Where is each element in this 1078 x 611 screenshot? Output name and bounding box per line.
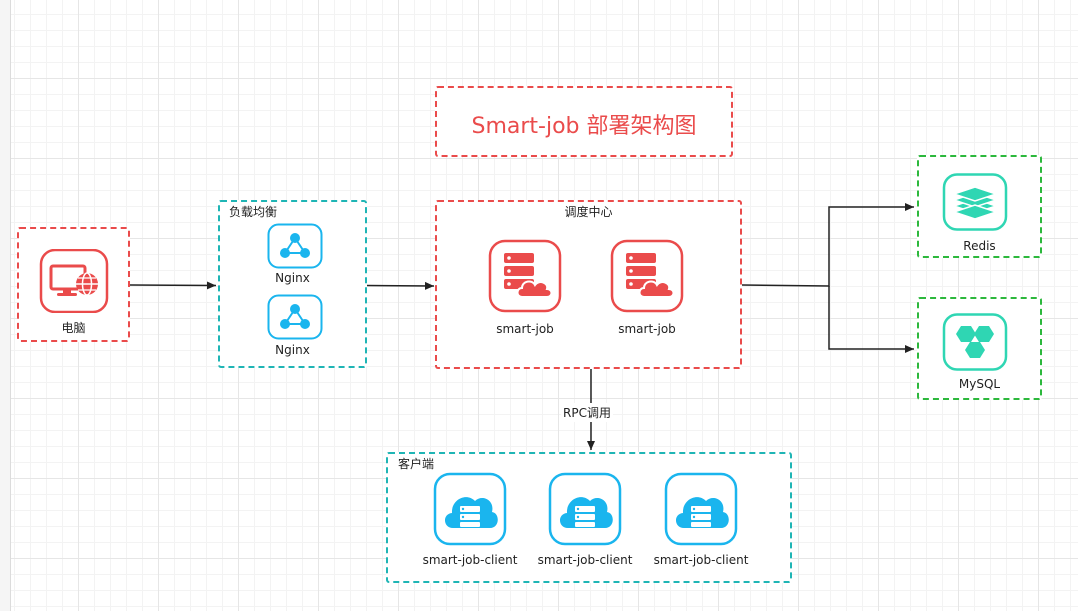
scheduler-group[interactable]: 调度中心 smart-job smart-job bbox=[435, 200, 742, 369]
mysql-node[interactable]: MySQL bbox=[917, 297, 1042, 400]
cloud-server-icon bbox=[433, 472, 507, 546]
nginx-icon bbox=[267, 294, 323, 340]
client-group-label: 客户端 bbox=[398, 457, 435, 471]
server-cloud-icon bbox=[610, 239, 684, 313]
cloud-server-icon bbox=[548, 472, 622, 546]
load-balancer-group[interactable]: 负载均衡 Nginx Nginx bbox=[218, 200, 367, 368]
computer-label: 电脑 bbox=[61, 321, 86, 335]
server-cloud-icon bbox=[488, 239, 562, 313]
redis-stack-icon bbox=[942, 173, 1008, 231]
mysql-label: MySQL bbox=[958, 377, 1001, 391]
edge-lb-to-scheduler bbox=[366, 281, 435, 290]
scheduler-node-label: smart-job bbox=[496, 322, 554, 336]
redis-label: Redis bbox=[963, 239, 996, 253]
diagram-title: Smart-job 部署架构图 bbox=[471, 114, 697, 139]
edge-computer-to-lb bbox=[129, 281, 217, 290]
redis-node[interactable]: Redis bbox=[917, 155, 1042, 258]
computer-globe-icon bbox=[39, 249, 109, 313]
nginx-label: Nginx bbox=[275, 271, 310, 285]
scheduler-label: 调度中心 bbox=[564, 205, 613, 219]
cloud-server-icon bbox=[664, 472, 738, 546]
computer-node[interactable]: 电脑 bbox=[17, 227, 130, 342]
load-balancer-label: 负载均衡 bbox=[229, 205, 278, 219]
edge-scheduler-to-mysql bbox=[828, 286, 914, 353]
nginx-icon bbox=[267, 223, 323, 269]
client-node-label: smart-job-client bbox=[537, 553, 633, 567]
rpc-edge-label: RPC调用 bbox=[561, 403, 613, 422]
client-node-label: smart-job-client bbox=[653, 553, 749, 567]
nginx-label: Nginx bbox=[275, 343, 310, 357]
title-box[interactable]: Smart-job 部署架构图 bbox=[435, 86, 733, 157]
scheduler-node-label: smart-job bbox=[618, 322, 676, 336]
edge-scheduler-to-redis bbox=[741, 203, 914, 287]
client-node-label: smart-job-client bbox=[422, 553, 518, 567]
mysql-hexagons-icon bbox=[942, 313, 1008, 371]
client-group[interactable]: 客户端 smart-job-client smart-job-client sm… bbox=[386, 452, 792, 583]
